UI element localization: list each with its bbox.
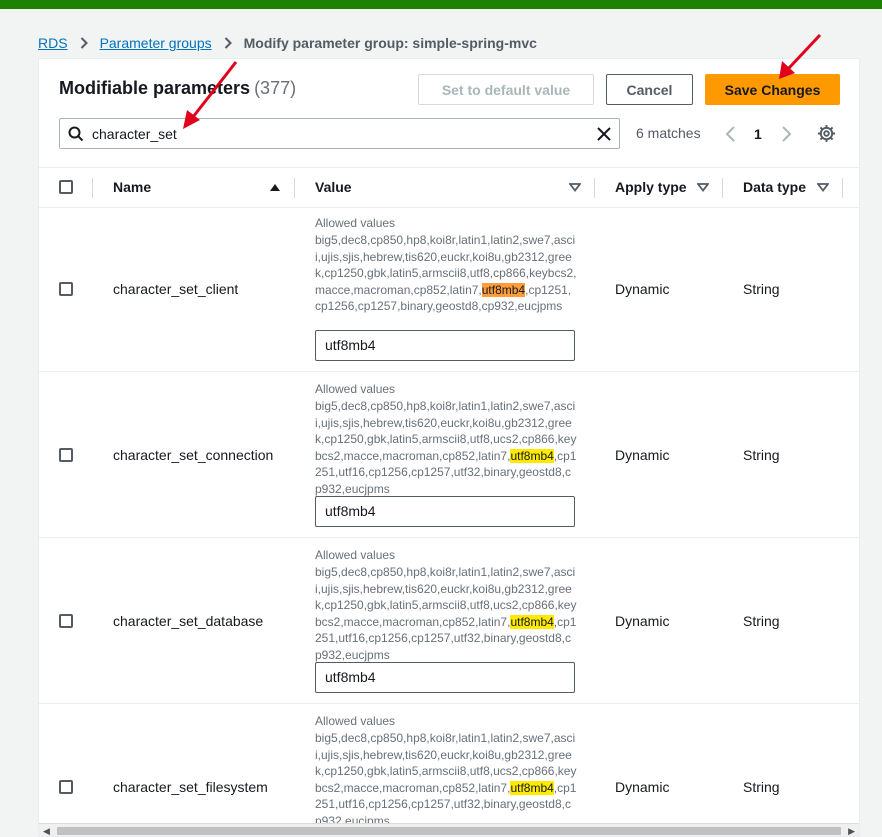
allowed-values-text: big5,dec8,cp850,hp8,koi8r,latin1,latin2,… [315, 398, 577, 497]
chevron-right-icon [224, 37, 232, 49]
scrollbar-thumb[interactable] [57, 827, 841, 835]
apply-type: Dynamic [615, 613, 670, 629]
table-row[interactable]: character_set_client Allowed values big5… [39, 206, 859, 372]
cancel-button[interactable]: Cancel [606, 74, 693, 105]
search-match-highlight: utf8mb4 [510, 780, 554, 795]
table-row[interactable]: character_set_filesystem Allowed values … [39, 704, 859, 836]
column-header-name[interactable]: Name [113, 179, 151, 195]
breadcrumb: RDS Parameter groups Modify parameter gr… [38, 34, 537, 52]
table-header: Name Value Apply type Data type [39, 167, 859, 208]
column-header-apply-type[interactable]: Apply type [615, 179, 687, 195]
value-input[interactable]: utf8mb4 [315, 496, 575, 527]
column-divider [294, 178, 295, 198]
column-divider [842, 178, 843, 198]
row-select-checkbox[interactable] [59, 282, 73, 296]
data-type: String [743, 779, 780, 795]
search-match-highlight: utf8mb4 [510, 448, 554, 463]
search-match-highlight: utf8mb4 [510, 614, 554, 629]
allowed-values-label: Allowed values [315, 714, 396, 728]
apply-type: Dynamic [615, 447, 670, 463]
allowed-values-text: big5,dec8,cp850,hp8,koi8r,latin1,latin2,… [315, 564, 577, 663]
column-header-value[interactable]: Value [315, 179, 352, 195]
chevron-right-icon [80, 37, 88, 49]
data-type: String [743, 613, 780, 629]
top-status-bar [0, 0, 882, 9]
column-divider [92, 178, 93, 198]
allowed-values-text: big5,dec8,cp850,hp8,koi8r,latin1,latin2,… [315, 730, 577, 829]
parameter-count: (377) [254, 78, 297, 98]
search-match-current: utf8mb4 [481, 282, 526, 297]
row-select-checkbox[interactable] [59, 614, 73, 628]
column-divider [594, 178, 595, 198]
chevron-right-icon[interactable] [779, 125, 793, 143]
column-header-data-type[interactable]: Data type [743, 179, 806, 195]
scroll-left-arrow-icon[interactable]: ◀ [43, 826, 50, 836]
breadcrumb-current: Modify parameter group: simple-spring-mv… [243, 35, 537, 51]
allowed-values-text: big5,dec8,cp850,hp8,koi8r,latin1,latin2,… [315, 232, 577, 315]
allowed-values-label: Allowed values [315, 382, 396, 396]
breadcrumb-parameter-groups-link[interactable]: Parameter groups [100, 35, 212, 51]
search-match-count: 6 matches [636, 125, 701, 141]
current-page-number[interactable]: 1 [754, 126, 762, 142]
chevron-left-icon[interactable] [724, 125, 738, 143]
apply-type: Dynamic [615, 281, 670, 297]
sort-ascending-icon[interactable] [269, 180, 281, 192]
column-divider [722, 178, 723, 198]
search-icon [68, 126, 84, 142]
caret-down-icon[interactable] [568, 180, 582, 192]
set-default-value-button[interactable]: Set to default value [418, 74, 594, 105]
value-input[interactable]: utf8mb4 [315, 662, 575, 693]
search-query-text: character_set [92, 126, 177, 142]
row-select-checkbox[interactable] [59, 780, 73, 794]
caret-down-icon[interactable] [816, 180, 830, 192]
select-all-checkbox[interactable] [59, 180, 73, 194]
data-type: String [743, 447, 780, 463]
apply-type: Dynamic [615, 779, 670, 795]
table-row[interactable]: character_set_database Allowed values bi… [39, 538, 859, 704]
page-title: Modifiable parameters (377) [59, 78, 296, 99]
value-input[interactable]: utf8mb4 [315, 330, 575, 361]
caret-down-icon[interactable] [696, 180, 710, 192]
parameter-name: character_set_connection [113, 447, 274, 463]
row-select-checkbox[interactable] [59, 448, 73, 462]
allowed-values-label: Allowed values [315, 548, 396, 562]
allowed-values-label: Allowed values [315, 216, 396, 230]
scroll-right-arrow-icon[interactable]: ▶ [848, 826, 855, 836]
breadcrumb-rds-link[interactable]: RDS [38, 35, 68, 51]
parameter-name: character_set_client [113, 281, 239, 297]
parameter-search-input[interactable]: character_set [59, 118, 620, 149]
table-row[interactable]: character_set_connection Allowed values … [39, 372, 859, 538]
panel-title: Modifiable parameters [59, 78, 251, 98]
gear-icon[interactable] [817, 124, 836, 143]
modifiable-parameters-panel: Modifiable parameters (377) Set to defaul… [38, 58, 860, 837]
data-type: String [743, 281, 780, 297]
close-icon[interactable] [595, 125, 613, 143]
parameter-name: character_set_filesystem [113, 779, 268, 795]
save-changes-button[interactable]: Save Changes [705, 74, 840, 105]
parameter-name: character_set_database [113, 613, 264, 629]
